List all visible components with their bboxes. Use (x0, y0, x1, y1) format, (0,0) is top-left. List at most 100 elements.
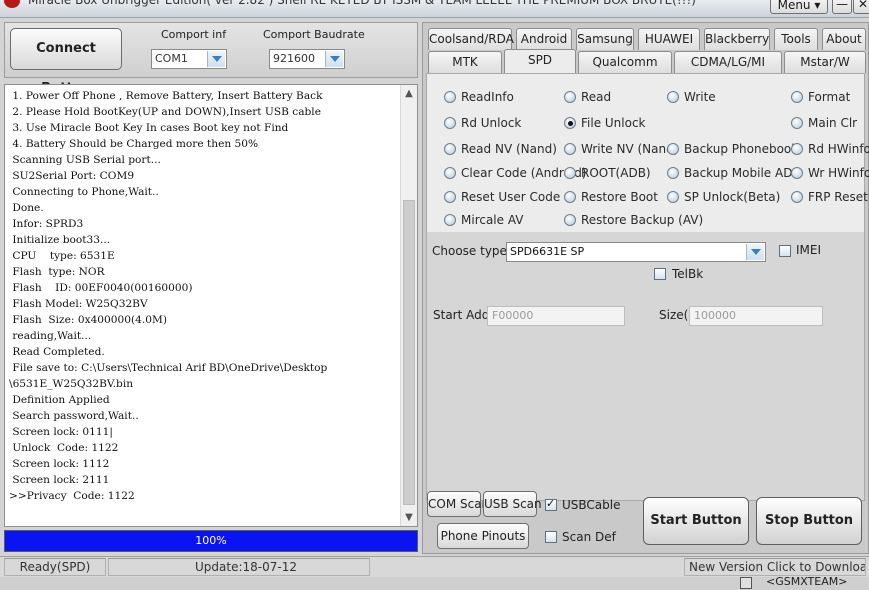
radio-circle-icon (791, 143, 803, 155)
scroll-thumb[interactable] (403, 200, 415, 505)
status-bar: Ready(SPD) Update:18-07-12 New Version C… (0, 556, 869, 590)
log-line: 1. Power Off Phone , Remove Battery, Ins… (9, 90, 323, 102)
baudrate-select[interactable]: 921600 (269, 49, 345, 69)
connect-button[interactable]: Connect Button (10, 28, 122, 96)
radio-circle-icon (791, 117, 803, 129)
log-line: Flash ID: 00EF0040(00160000) (9, 282, 193, 294)
radio-circle-icon (444, 91, 456, 103)
choose-type-select[interactable]: SPD6631E SP (506, 242, 766, 262)
progress-label: 100% (195, 534, 227, 547)
log-line: \6531E_W25Q32BV.bin (9, 378, 134, 390)
log-text: 1. Power Off Phone , Remove Battery, Ins… (9, 88, 399, 524)
usb-cable-checkbox[interactable] (545, 497, 557, 511)
radio-circle-icon (444, 143, 456, 155)
stop-button[interactable]: Stop Button (756, 497, 862, 545)
log-line: Done. (9, 202, 44, 214)
log-line: Flash Size: 0x400000(4.0M) (9, 314, 167, 326)
telbk-checkbox[interactable] (654, 268, 666, 280)
menu-button[interactable]: Menu ▾ (770, 0, 828, 14)
radio-circle-icon (667, 167, 679, 179)
tab-coolsand-rda[interactable]: Coolsand/RDA (428, 28, 514, 50)
spd-tab-content: ReadInfo Read Write Format Rd Unlock Fil… (426, 73, 869, 501)
spd-settings: Choose type SPD6631E SP IMEI TelBk Start… (427, 232, 864, 500)
log-line: 2. Please Hold BootKey(UP and DOWN),Inse… (9, 106, 321, 118)
app-logo-icon (4, 0, 20, 8)
radio-circle-icon (564, 191, 576, 203)
start-addr-input[interactable]: F00000 (487, 306, 625, 326)
radio-circle-icon (444, 191, 456, 203)
size-input[interactable]: 100000 (689, 306, 823, 326)
status-state: Ready(SPD) (4, 558, 106, 576)
baudrate-dropdown-icon[interactable] (325, 51, 343, 67)
status-spacer (372, 558, 680, 576)
choose-type-value: SPD6631E SP (510, 245, 585, 258)
log-line: SU2Serial Port: COM9 (9, 170, 135, 182)
log-line: File save to: C:\Users\Technical Arif BD… (9, 362, 328, 374)
log-scrollbar[interactable]: ▲ ▼ (400, 85, 417, 526)
telbk-label: TelBk (672, 267, 704, 281)
usb-scan-button[interactable]: USB Scan (483, 491, 542, 517)
progress-bar: 100% (4, 530, 418, 552)
baudrate-label: Comport Baudrate (263, 28, 365, 41)
close-icon[interactable]: ✕ (853, 0, 869, 14)
new-version-link[interactable]: New Version Click to Download (684, 558, 866, 576)
choose-type-dropdown-icon[interactable] (746, 244, 764, 260)
tab-about[interactable]: About (822, 28, 866, 50)
window-title: Miracle Box Unbrigger Edition( ver 2.82 … (28, 0, 696, 7)
radio-selected-icon (564, 117, 576, 129)
comport-dropdown-icon[interactable] (207, 51, 225, 67)
imei-label: IMEI (796, 243, 822, 257)
tab-blackberry[interactable]: Blackberry (704, 28, 770, 50)
size-label: Size(0 (659, 308, 689, 322)
start-button[interactable]: Start Button (643, 497, 749, 545)
comport-select[interactable]: COM1 (151, 49, 227, 69)
radio-circle-icon (791, 167, 803, 179)
tab-mtk[interactable]: MTK (428, 51, 502, 73)
log-line: Screen lock: 2111 (9, 474, 110, 486)
scroll-down-icon[interactable]: ▼ (401, 509, 417, 526)
log-line: 4. Battery Should be Charged more then 5… (9, 138, 259, 150)
log-line: Screen lock: 1112 (9, 458, 110, 470)
radio-circle-icon (791, 91, 803, 103)
tray-keyboard-icon[interactable] (740, 577, 752, 589)
tab-mstar[interactable]: Mstar/W (784, 51, 866, 73)
log-line: 3. Use Miracle Boot Key In cases Boot ke… (9, 122, 289, 134)
choose-type-label: Choose type (432, 244, 507, 258)
log-line: Unlock Code: 1122 (9, 442, 119, 454)
radio-circle-icon (444, 214, 456, 226)
scan-def-checkbox[interactable] (545, 531, 557, 543)
tab-spd[interactable]: SPD (504, 49, 576, 73)
tab-huawei[interactable]: HUAWEI (638, 28, 700, 50)
imei-checkbox[interactable] (779, 245, 791, 257)
log-line: Scanning USB Serial port... (9, 154, 161, 166)
radio-circle-icon (667, 91, 679, 103)
tab-qualcomm[interactable]: Qualcomm (578, 51, 672, 73)
status-update: Update:18-07-12 (108, 558, 370, 576)
operations-panel: Coolsand/RDA Android Samsung HUAWEI Blac… (422, 22, 869, 554)
log-line: Infor: SPRD3 (9, 218, 84, 230)
comport-value: COM1 (155, 52, 188, 65)
log-line: Read Completed. (9, 346, 105, 358)
radio-circle-icon (444, 167, 456, 179)
start-addr-label: Start Addr(0 (433, 308, 487, 322)
log-line: >>Privacy Code: 1122 (9, 490, 135, 502)
log-line: Search password,Wait.. (9, 410, 139, 422)
tab-android[interactable]: Android (516, 28, 572, 50)
usb-cable-label: USBCable (562, 498, 621, 512)
log-line: Screen lock: 0111| (9, 426, 113, 438)
log-line: Flash type: NOR (9, 266, 105, 278)
taskbar-strip: <GSMXTEAM> (0, 575, 869, 590)
log-line: Connecting to Phone,Wait.. (9, 186, 159, 198)
log-line: Flash Model: W25Q32BV (9, 298, 148, 310)
tab-samsung[interactable]: Samsung (576, 28, 634, 50)
baudrate-value: 921600 (273, 52, 315, 65)
scroll-up-icon[interactable]: ▲ (401, 85, 417, 102)
log-line: CPU type: 6531E (9, 250, 115, 262)
tab-cdma-lg-mi[interactable]: CDMA/LG/MI (674, 51, 782, 73)
radio-circle-icon (564, 167, 576, 179)
tab-tools[interactable]: Tools (774, 28, 818, 50)
com-scan-button[interactable]: COM Scan (427, 491, 489, 517)
log-output[interactable]: 1. Power Off Phone , Remove Battery, Ins… (4, 84, 418, 527)
minimize-icon[interactable]: — (832, 0, 852, 14)
phone-pinouts-button[interactable]: Phone Pinouts (437, 523, 529, 549)
